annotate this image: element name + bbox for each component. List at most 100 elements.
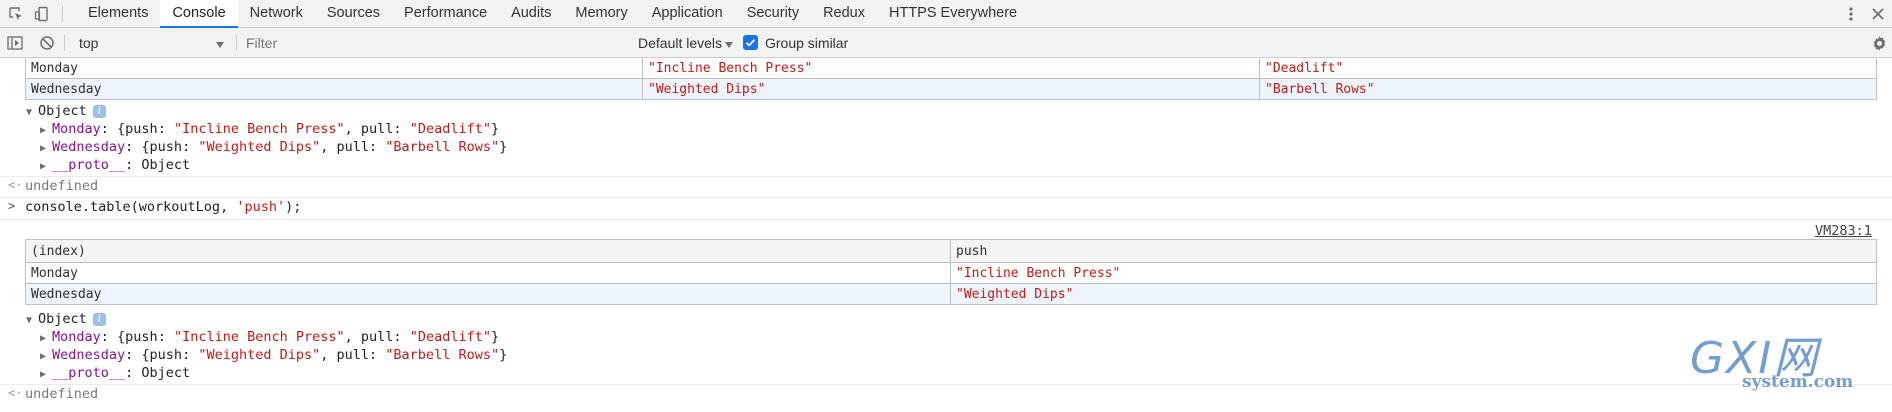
expand-triangle-right-icon: ▶ [40, 125, 47, 136]
table-cell-push: "Weighted Dips" [642, 78, 1260, 100]
watermark-small-text: system.com [1742, 372, 1854, 392]
log-levels-dropdown[interactable]: Default levels [632, 28, 736, 57]
object-tree-root[interactable]: ▼ Object i [26, 311, 106, 327]
info-icon[interactable]: i [92, 312, 106, 326]
log-levels-label: Default levels [638, 35, 723, 51]
input-code: console.table(workoutLog, [25, 199, 237, 215]
watermark-logo: GXI网 system.com [1690, 322, 1890, 412]
console-sidebar-toggle-icon[interactable] [6, 34, 24, 52]
source-link[interactable]: VM283:1 [1815, 223, 1872, 239]
result-arrow-icon: <· [8, 178, 23, 192]
object-inner-key: pull [336, 139, 370, 155]
input-code-end: ); [285, 199, 302, 215]
console-settings-gear-icon[interactable] [1870, 34, 1888, 52]
message-divider [0, 176, 1892, 177]
table-cell-pull: "Barbell Rows" [1259, 78, 1877, 100]
tab-application[interactable]: Application [640, 0, 735, 28]
expand-triangle-right-icon: ▶ [40, 351, 47, 362]
proto-key: __proto__ [52, 365, 126, 381]
object-inner-value: "Deadlift" [409, 329, 491, 345]
object-inner-value: "Weighted Dips" [198, 347, 321, 363]
input-string-arg: 'push' [236, 199, 286, 215]
inspect-element-icon[interactable] [7, 5, 25, 23]
toolbar-divider [236, 35, 237, 51]
table-header-row: (index) push [25, 239, 1877, 263]
object-inner-key: push [149, 347, 183, 363]
message-divider [0, 197, 1892, 198]
table-cell-index: Wednesday [25, 283, 951, 305]
expand-triangle-right-icon: ▶ [40, 143, 47, 154]
console-table-1: Monday "Incline Bench Press" "Deadlift" … [25, 58, 1877, 100]
message-divider [0, 219, 1892, 220]
info-icon[interactable]: i [92, 104, 106, 118]
devtools-tab-bar: Elements Console Network Sources Perform… [0, 0, 1892, 28]
object-entry-key: Wednesday [52, 139, 126, 155]
object-entry-proto[interactable]: ▶ __proto__: Object [40, 157, 190, 173]
checkmark-icon [745, 39, 756, 47]
object-inner-key: pull [336, 347, 370, 363]
tab-redux[interactable]: Redux [811, 0, 877, 28]
object-label: Object [38, 311, 87, 327]
object-inner-key: pull [360, 329, 394, 345]
tab-memory[interactable]: Memory [563, 0, 639, 28]
column-header-index[interactable]: (index) [25, 239, 951, 263]
object-entry-key: Monday [52, 121, 101, 137]
expand-triangle-right-icon: ▶ [40, 333, 47, 344]
object-inner-value: "Barbell Rows" [385, 139, 500, 155]
device-toolbar-icon[interactable] [33, 5, 51, 23]
table-cell-index: Monday [25, 262, 951, 284]
tab-https-everywhere[interactable]: HTTPS Everywhere [877, 0, 1029, 28]
console-table-2: (index) push Monday "Incline Bench Press… [25, 239, 1877, 305]
object-entry-wednesday[interactable]: ▶ Wednesday: {push: "Weighted Dips", pull… [40, 139, 507, 155]
tab-performance[interactable]: Performance [392, 0, 499, 28]
tab-elements[interactable]: Elements [76, 0, 160, 28]
tab-sources[interactable]: Sources [315, 0, 392, 28]
close-devtools-icon[interactable] [1869, 5, 1887, 23]
object-entry-proto[interactable]: ▶ __proto__: Object [40, 365, 190, 381]
object-inner-key: push [125, 329, 158, 345]
object-inner-key: pull [360, 121, 394, 137]
object-label: Object [38, 103, 87, 119]
proto-key: __proto__ [52, 157, 126, 173]
group-similar-label: Group similar [765, 35, 849, 51]
object-entry-monday[interactable]: ▶ Monday: {push: "Incline Bench Press", p… [40, 121, 499, 137]
tab-network[interactable]: Network [238, 0, 315, 28]
object-inner-value: "Weighted Dips" [198, 139, 321, 155]
expand-triangle-down-icon: ▼ [26, 315, 33, 326]
chevron-down-icon [724, 37, 734, 55]
object-inner-value: "Barbell Rows" [385, 347, 500, 363]
object-inner-value: "Incline Bench Press" [173, 329, 345, 345]
table-cell-push: "Weighted Dips" [950, 283, 1877, 305]
object-entry-key: Wednesday [52, 347, 126, 363]
expand-triangle-right-icon: ▶ [40, 161, 47, 172]
table-row: Wednesday "Weighted Dips" [25, 283, 1877, 305]
return-value: undefined [25, 386, 99, 402]
tab-security[interactable]: Security [735, 0, 811, 28]
result-arrow-icon: <· [8, 386, 23, 400]
proto-value: Object [141, 157, 191, 173]
tab-audits[interactable]: Audits [499, 0, 563, 28]
table-row: Monday "Incline Bench Press" "Deadlift" [25, 58, 1877, 79]
table-cell-push: "Incline Bench Press" [950, 262, 1877, 284]
toolbar-divider [64, 35, 65, 51]
tab-console[interactable]: Console [160, 0, 238, 28]
toolbar-divider [62, 6, 63, 22]
more-options-icon[interactable] [1842, 5, 1860, 23]
object-entry-wednesday[interactable]: ▶ Wednesday: {push: "Weighted Dips", pull… [40, 347, 507, 363]
column-header-push[interactable]: push [950, 239, 1877, 263]
group-similar-checkbox[interactable] [743, 35, 758, 50]
input-prompt-icon: > [8, 199, 16, 213]
table-row: Monday "Incline Bench Press" [25, 262, 1877, 284]
console-output: Monday "Incline Bench Press" "Deadlift" … [0, 58, 1892, 412]
clear-console-icon[interactable] [38, 34, 56, 52]
object-inner-key: push [149, 139, 183, 155]
context-selector-value: top [79, 35, 99, 51]
filter-input[interactable] [240, 32, 642, 54]
object-tree-root[interactable]: ▼ Object i [26, 103, 106, 119]
console-input-line: console.table(workoutLog, 'push'); [25, 199, 301, 215]
return-value: undefined [25, 178, 99, 194]
context-selector[interactable]: top [70, 28, 230, 57]
object-entry-monday[interactable]: ▶ Monday: {push: "Incline Bench Press", p… [40, 329, 499, 345]
expand-triangle-right-icon: ▶ [40, 369, 47, 380]
table-cell-pull: "Deadlift" [1259, 58, 1877, 79]
